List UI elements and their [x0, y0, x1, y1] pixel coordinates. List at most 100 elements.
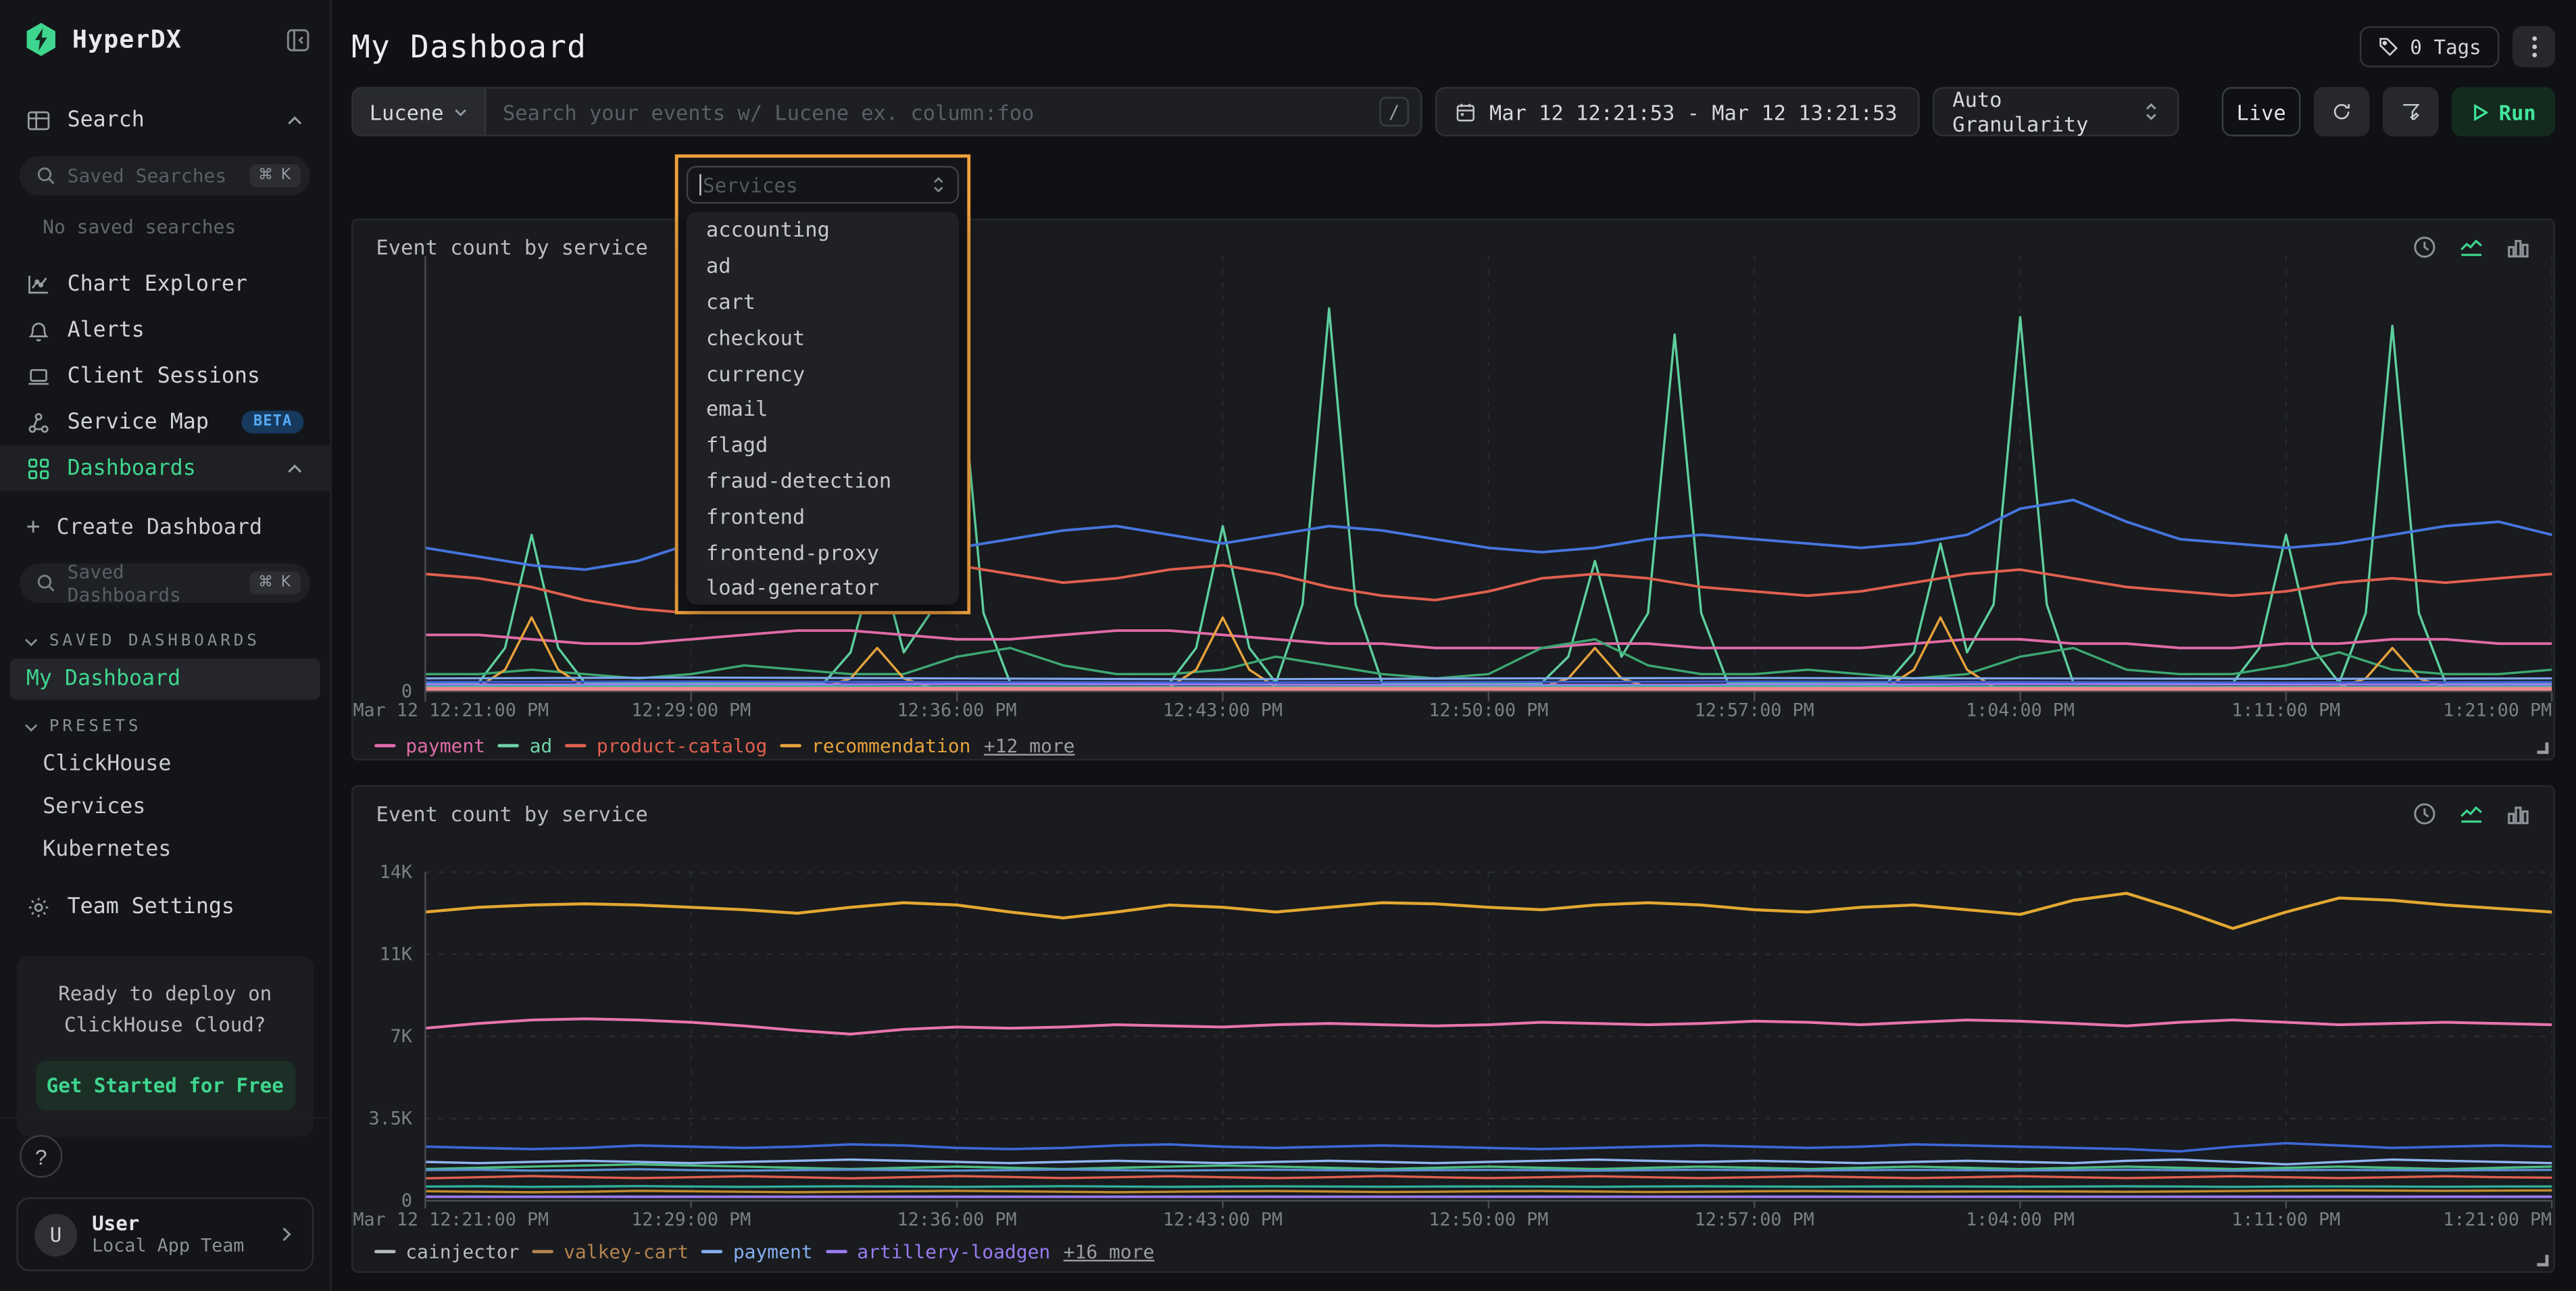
query-language-select[interactable]: Lucene — [353, 89, 486, 135]
service-option[interactable]: flagd — [687, 427, 959, 462]
legend-more-link[interactable]: +12 more — [984, 734, 1075, 757]
x-tick: 12:57:00 PM — [1695, 1209, 1814, 1230]
search-icon — [36, 166, 55, 185]
legend-label: payment — [733, 1240, 813, 1263]
y-axis-label: 7K — [391, 1026, 426, 1048]
time-settings-icon[interactable] — [2412, 802, 2437, 826]
service-option[interactable]: frontend — [687, 498, 959, 534]
sidebar-item-alerts[interactable]: Alerts — [0, 307, 330, 353]
tags-button[interactable]: 0 Tags — [2359, 26, 2499, 68]
service-option[interactable]: ad — [687, 247, 959, 283]
x-tick: 1:11:00 PM — [2231, 700, 2340, 721]
filter-button[interactable] — [2383, 87, 2439, 137]
saved-dashboard-my-dashboard[interactable]: My Dashboard — [10, 658, 320, 700]
chart-explorer-icon — [26, 272, 51, 296]
x-tick: 12:29:00 PM — [631, 1209, 751, 1230]
refresh-button[interactable] — [2314, 87, 2370, 137]
tags-label: 0 Tags — [2410, 35, 2481, 58]
saved-searches-input[interactable]: Saved Searches ⌘ K — [20, 156, 310, 195]
service-option[interactable]: accounting — [687, 212, 959, 247]
sidebar-item-search[interactable]: Search — [0, 97, 330, 143]
sidebar-item-chart-explorer[interactable]: Chart Explorer — [0, 261, 330, 307]
legend-item[interactable]: ad — [498, 734, 552, 757]
x-tick: Mar 12 12:21:00 PM — [353, 700, 549, 721]
legend-item[interactable]: payment — [702, 1240, 813, 1263]
x-tick: 12:36:00 PM — [897, 700, 1017, 721]
line-chart-plot[interactable]: 14K 11K 7K 3.5K 0 — [425, 872, 2552, 1200]
x-tick: 1:21:00 PM — [2443, 700, 2552, 721]
create-dashboard-button[interactable]: + Create Dashboard — [0, 504, 330, 550]
service-option[interactable]: cart — [687, 283, 959, 319]
granularity-select[interactable]: Auto Granularity — [1933, 87, 2179, 137]
query-toolbar: Lucene Search your events w/ Lucene ex. … — [332, 68, 2575, 137]
legend-item[interactable]: cainjector — [374, 1240, 519, 1263]
gear-icon — [26, 894, 51, 919]
x-tick: 12:43:00 PM — [1163, 700, 1283, 721]
create-dashboard-label: Create Dashboard — [57, 515, 304, 539]
section-presets[interactable]: PRESETS — [0, 702, 330, 743]
section-label: PRESETS — [49, 718, 141, 736]
unfold-icon — [931, 176, 946, 194]
panel-resize-handle[interactable] — [2537, 1255, 2548, 1267]
run-button[interactable]: Run — [2452, 87, 2555, 137]
legend-more-link[interactable]: +16 more — [1064, 1240, 1155, 1263]
chart-title: Event count by service — [376, 802, 647, 826]
sidebar-item-dashboards[interactable]: Dashboards — [0, 445, 330, 491]
legend-item[interactable]: artillery-loadgen — [826, 1240, 1050, 1263]
help-button[interactable]: ? — [20, 1135, 62, 1177]
chart-legend: cainjector valkey-cart payment artillery… — [374, 1240, 1154, 1263]
sidebar-item-team-settings[interactable]: Team Settings — [0, 883, 330, 929]
section-saved-dashboards[interactable]: SAVED DASHBOARDS — [0, 616, 330, 657]
service-option[interactable]: currency — [687, 355, 959, 391]
x-tick: Mar 12 12:21:00 PM — [353, 1209, 549, 1230]
legend-label: cainjector — [405, 1240, 519, 1263]
sidebar-item-label: Service Map — [68, 410, 226, 434]
event-search-bar[interactable]: Lucene Search your events w/ Lucene ex. … — [351, 87, 1422, 137]
line-chart-toggle-icon[interactable] — [2458, 802, 2485, 826]
granularity-value: Auto Granularity — [1952, 87, 2129, 137]
legend-dash — [374, 744, 396, 748]
legend-dash — [826, 1250, 847, 1253]
service-option[interactable]: load-generator — [687, 570, 959, 604]
slash-shortcut-badge: / — [1379, 97, 1409, 126]
chevron-right-icon — [278, 1225, 296, 1244]
sidebar-item-client-sessions[interactable]: Client Sessions — [0, 353, 330, 399]
dashboard-menu-button[interactable] — [2512, 26, 2555, 68]
avatar: U — [34, 1213, 77, 1256]
service-option[interactable]: checkout — [687, 319, 959, 355]
service-option[interactable]: email — [687, 391, 959, 427]
get-started-button[interactable]: Get Started for Free — [35, 1061, 295, 1111]
sidebar: HyperDX Search Saved Searches ⌘ K No sav… — [0, 0, 332, 1291]
user-menu[interactable]: U User Local App Team — [16, 1197, 314, 1271]
panel-resize-handle[interactable] — [2537, 742, 2548, 754]
legend-item[interactable]: valkey-cart — [532, 1240, 689, 1263]
chevron-down-icon — [453, 104, 468, 119]
service-option[interactable]: frontend-proxy — [687, 534, 959, 570]
bar-chart-toggle-icon[interactable] — [2506, 802, 2530, 826]
preset-kubernetes[interactable]: Kubernetes — [10, 829, 320, 871]
sidebar-collapse-icon[interactable] — [286, 27, 310, 51]
sidebar-footer: ? U User Local App Team — [0, 1117, 330, 1291]
legend-item[interactable]: recommendation — [781, 734, 971, 757]
legend-label: recommendation — [812, 734, 971, 757]
legend-dash — [781, 744, 802, 748]
time-range-picker[interactable]: Mar 12 12:21:53 - Mar 12 13:21:53 — [1435, 87, 1920, 137]
service-option[interactable]: fraud-detection — [687, 462, 959, 498]
legend-item[interactable]: payment — [374, 734, 485, 757]
sidebar-item-label: Chart Explorer — [68, 272, 304, 296]
preset-services[interactable]: Services — [10, 787, 320, 828]
y-axis-label: 0 — [401, 1190, 426, 1212]
time-range-value: Mar 12 12:21:53 - Mar 12 13:21:53 — [1489, 99, 1898, 124]
legend-dash — [374, 1250, 396, 1253]
legend-item[interactable]: product-catalog — [566, 734, 768, 757]
live-button[interactable]: Live — [2222, 87, 2301, 137]
section-label: SAVED DASHBOARDS — [49, 633, 260, 651]
services-filter-input[interactable]: Services — [687, 166, 959, 203]
saved-dashboard-label: My Dashboard — [26, 667, 180, 691]
play-icon — [2471, 103, 2489, 121]
x-tick: 12:50:00 PM — [1429, 700, 1548, 721]
saved-dashboards-input[interactable]: Saved Dashboards ⌘ K — [20, 563, 310, 602]
sidebar-item-service-map[interactable]: Service Map BETA — [0, 399, 330, 445]
chart-panel-events-by-service-2: Event count by service 14K 11K 7K 3.5K 0… — [351, 785, 2555, 1273]
preset-clickhouse[interactable]: ClickHouse — [10, 744, 320, 785]
